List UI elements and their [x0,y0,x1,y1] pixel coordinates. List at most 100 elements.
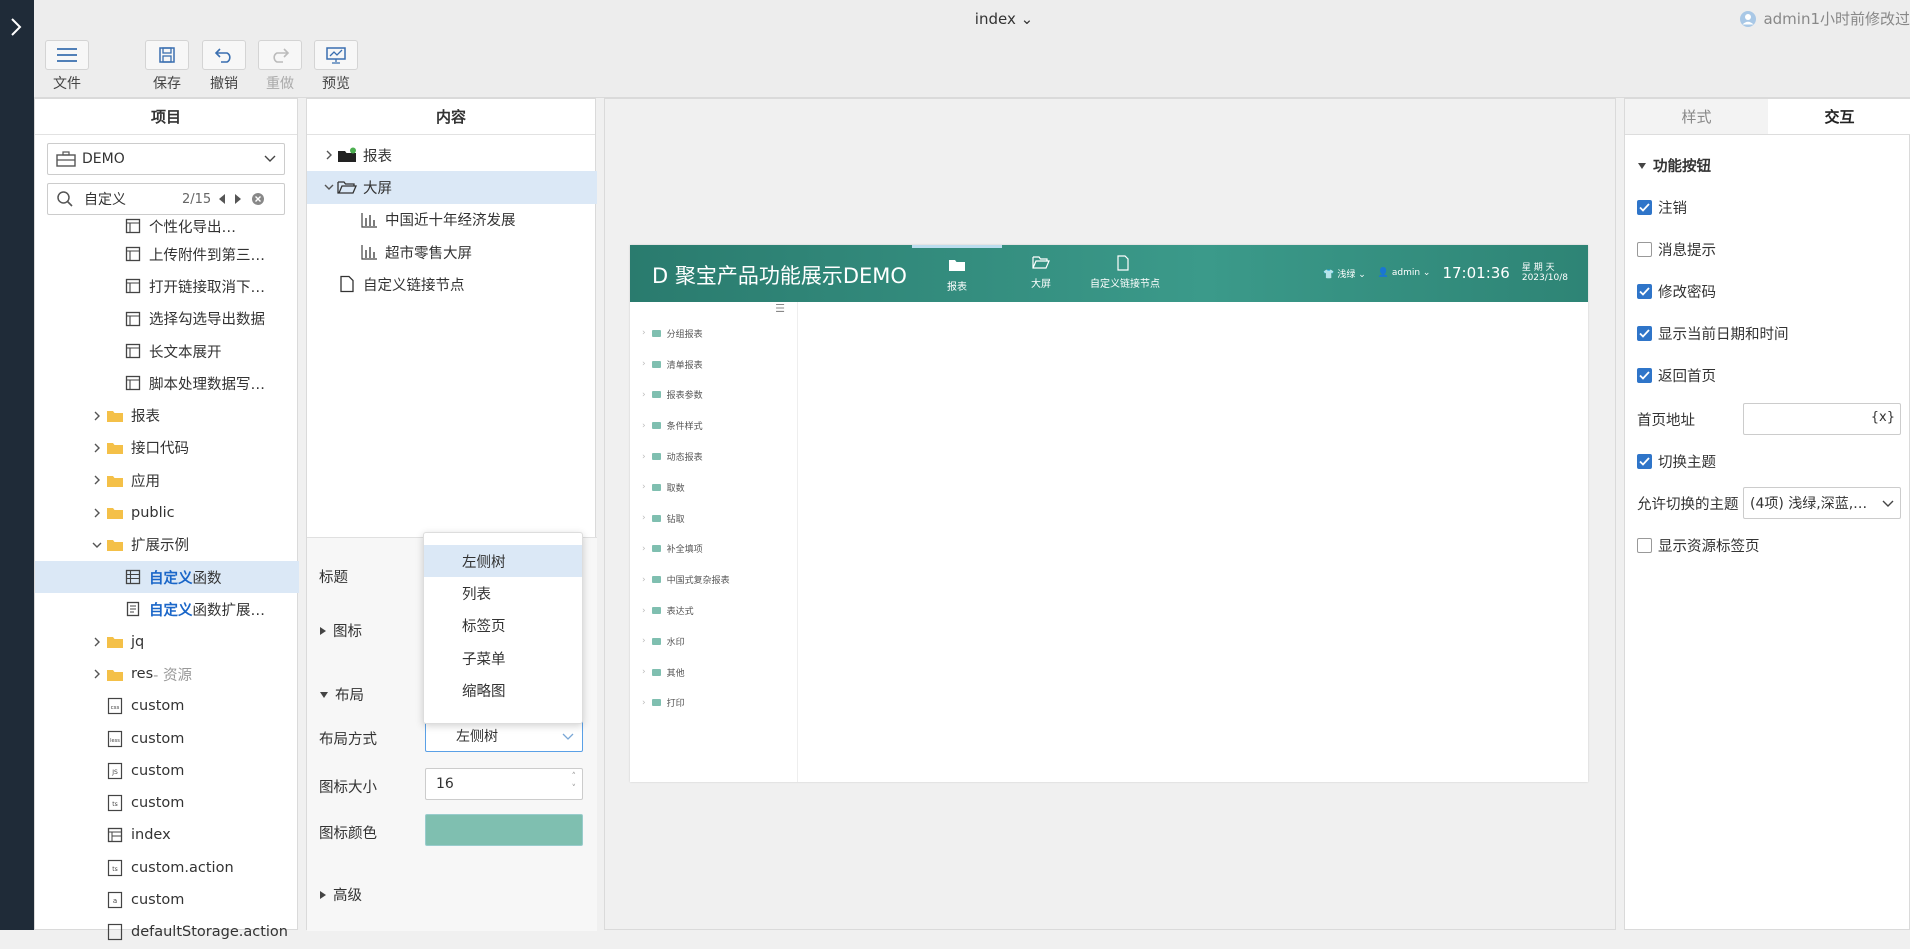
preview-menu-item[interactable]: › 条件样式 [630,410,797,441]
preview-menu-item[interactable]: › 补全填项 [630,534,797,565]
preview-nav-dashboard[interactable]: 大屏 [996,255,1086,290]
show-datetime-checkbox[interactable] [1637,326,1652,341]
icon-section[interactable]: 图标 [319,620,362,641]
tree-folder-extensions[interactable]: 扩展示例 [35,529,299,561]
dropdown-option-submenu[interactable]: 子菜单 [424,642,582,674]
layout-section[interactable]: 布局 [319,684,364,705]
content-node-dashboard[interactable]: 大屏 [307,171,597,204]
preview-menu-item[interactable]: › 取数 [630,472,797,503]
icon-color-picker[interactable] [425,814,583,846]
show-resource-tab-option[interactable]: 显示资源标签页 [1637,535,1760,556]
back-home-checkbox[interactable] [1637,368,1652,383]
tree-item-js-file[interactable]: JS custom [35,755,299,787]
preview-menu-item[interactable]: › 清单报表 [630,349,797,380]
tree-item-report-file[interactable]: 长文本展开 [35,335,299,367]
file-menu-button[interactable]: 文件 [37,40,97,93]
show-datetime-option[interactable]: 显示当前日期和时间 [1637,323,1789,344]
dropdown-option-list[interactable]: 列表 [424,577,582,609]
variable-icon[interactable]: {x} [1871,410,1895,425]
tree-folder-api-code[interactable]: 接口代码 [35,432,299,464]
chevron-down-icon[interactable] [321,183,337,191]
tree-item-action-file[interactable]: ts custom.action [35,852,299,884]
tree-item-report-file[interactable]: 脚本处理数据写… [35,367,299,399]
preview-menu-item[interactable]: › 钻取 [630,503,797,534]
preview-theme-switch[interactable]: 👕 浅绿 ⌄ [1323,267,1366,280]
clear-search-icon[interactable] [251,192,265,206]
preview-menu-item[interactable]: › 表达式 [630,595,797,626]
tree-item-storage-action[interactable]: defaultStorage.action [35,916,299,948]
previous-match-icon[interactable] [217,193,227,205]
change-password-option[interactable]: 修改密码 [1637,281,1716,302]
preview-menu-item[interactable]: › 动态报表 [630,441,797,472]
preview-menu-item[interactable]: › 水印 [630,626,797,657]
message-option[interactable]: 消息提示 [1637,239,1716,260]
preview-menu-item[interactable]: › 报表参数 [630,380,797,411]
dropdown-option-left-tree[interactable]: 左侧树 [424,545,582,578]
tree-item-report-file[interactable]: 个性化导出… [35,214,299,238]
preview-nav-custom-link[interactable]: 自定义链接节点 [1080,255,1170,290]
allowed-themes-select[interactable]: (4项) 浅绿,深蓝,… [1743,487,1901,519]
tree-folder-public[interactable]: public [35,496,299,528]
chevron-right-icon[interactable] [89,636,105,648]
undo-button[interactable]: 撤销 [194,40,254,93]
tab-style[interactable]: 样式 [1625,99,1768,134]
back-home-option[interactable]: 返回首页 [1637,365,1716,386]
tree-item-custom-function[interactable]: 自定义 函数 [35,560,299,594]
preview-button[interactable]: 预览 [306,40,366,93]
advanced-section[interactable]: 高级 [319,884,362,905]
message-checkbox[interactable] [1637,242,1652,257]
change-password-checkbox[interactable] [1637,284,1652,299]
preview-menu-item[interactable]: › 打印 [630,688,797,719]
icon-size-stepper[interactable]: 16 ˄ ˅ [425,768,583,800]
tree-item-custom-function-ext[interactable]: 自定义 函数扩展… [35,593,299,625]
tree-item-text-file[interactable]: a custom [35,884,299,916]
layout-mode-select[interactable]: 左侧树 [425,720,583,752]
preview-menu-item[interactable]: › 其他 [630,657,797,688]
project-select[interactable]: DEMO [47,143,285,175]
tree-folder-apps[interactable]: 应用 [35,464,299,496]
tree-item-index-page[interactable]: index [35,819,299,851]
content-node-custom-link[interactable]: 自定义链接节点 [307,268,597,300]
tree-folder-res[interactable]: res - 资源 [35,658,299,690]
switch-theme-checkbox[interactable] [1637,454,1652,469]
expand-chevron-icon[interactable] [6,14,26,40]
content-node-reports[interactable]: 报表 [307,139,597,171]
chevron-right-icon[interactable] [89,668,105,680]
stepper-arrows-icon[interactable]: ˄ ˅ [572,771,577,795]
chevron-right-icon[interactable] [321,149,337,161]
tree-item-ts-file[interactable]: ts custom [35,787,299,819]
tree-item-report-file[interactable]: 打开链接取消下… [35,270,299,302]
next-match-icon[interactable] [233,193,243,205]
logout-checkbox[interactable] [1637,200,1652,215]
save-button[interactable]: 保存 [137,40,197,93]
logout-option[interactable]: 注销 [1637,197,1687,218]
chevron-right-icon[interactable] [89,442,105,454]
preview-menu-item[interactable]: › 中国式复杂报表 [630,564,797,595]
tree-folder-reports[interactable]: 报表 [35,399,299,431]
tab-interaction[interactable]: 交互 [1768,99,1910,134]
preview-menu-item[interactable]: › 分组报表 [630,318,797,349]
dropdown-option-tabs[interactable]: 标签页 [424,610,582,642]
chevron-right-icon[interactable] [89,410,105,422]
preview-nav-reports[interactable]: 报表 [912,245,1002,293]
redo-button[interactable]: 重做 [250,40,310,93]
content-node-supermarket[interactable]: 超市零售大屏 [307,236,597,268]
chevron-down-icon[interactable] [89,541,105,549]
document-title[interactable]: index ⌄ [934,10,1074,28]
tree-item-css-file[interactable]: css custom [35,690,299,722]
preview-user-menu[interactable]: 👤 admin ⌄ [1378,268,1431,278]
chevron-right-icon[interactable] [89,474,105,486]
search-input[interactable]: 自定义 2/15 [47,183,285,215]
show-resource-tab-checkbox[interactable] [1637,538,1652,553]
tree-item-report-file[interactable]: 上传附件到第三… [35,238,299,270]
collapse-menu-icon[interactable]: ☰ [630,302,797,318]
home-url-input[interactable]: {x} [1743,403,1901,435]
dropdown-option-thumbnail[interactable]: 缩略图 [424,675,582,707]
chevron-right-icon[interactable] [89,507,105,519]
content-node-china-economy[interactable]: 中国近十年经济发展 [307,204,597,236]
switch-theme-option[interactable]: 切换主题 [1637,451,1716,472]
tree-item-report-file[interactable]: 选择勾选导出数据 [35,303,299,335]
tree-item-less-file[interactable]: less custom [35,722,299,754]
function-buttons-section[interactable]: 功能按钮 [1637,155,1711,176]
tree-folder-jq[interactable]: jq [35,626,299,658]
